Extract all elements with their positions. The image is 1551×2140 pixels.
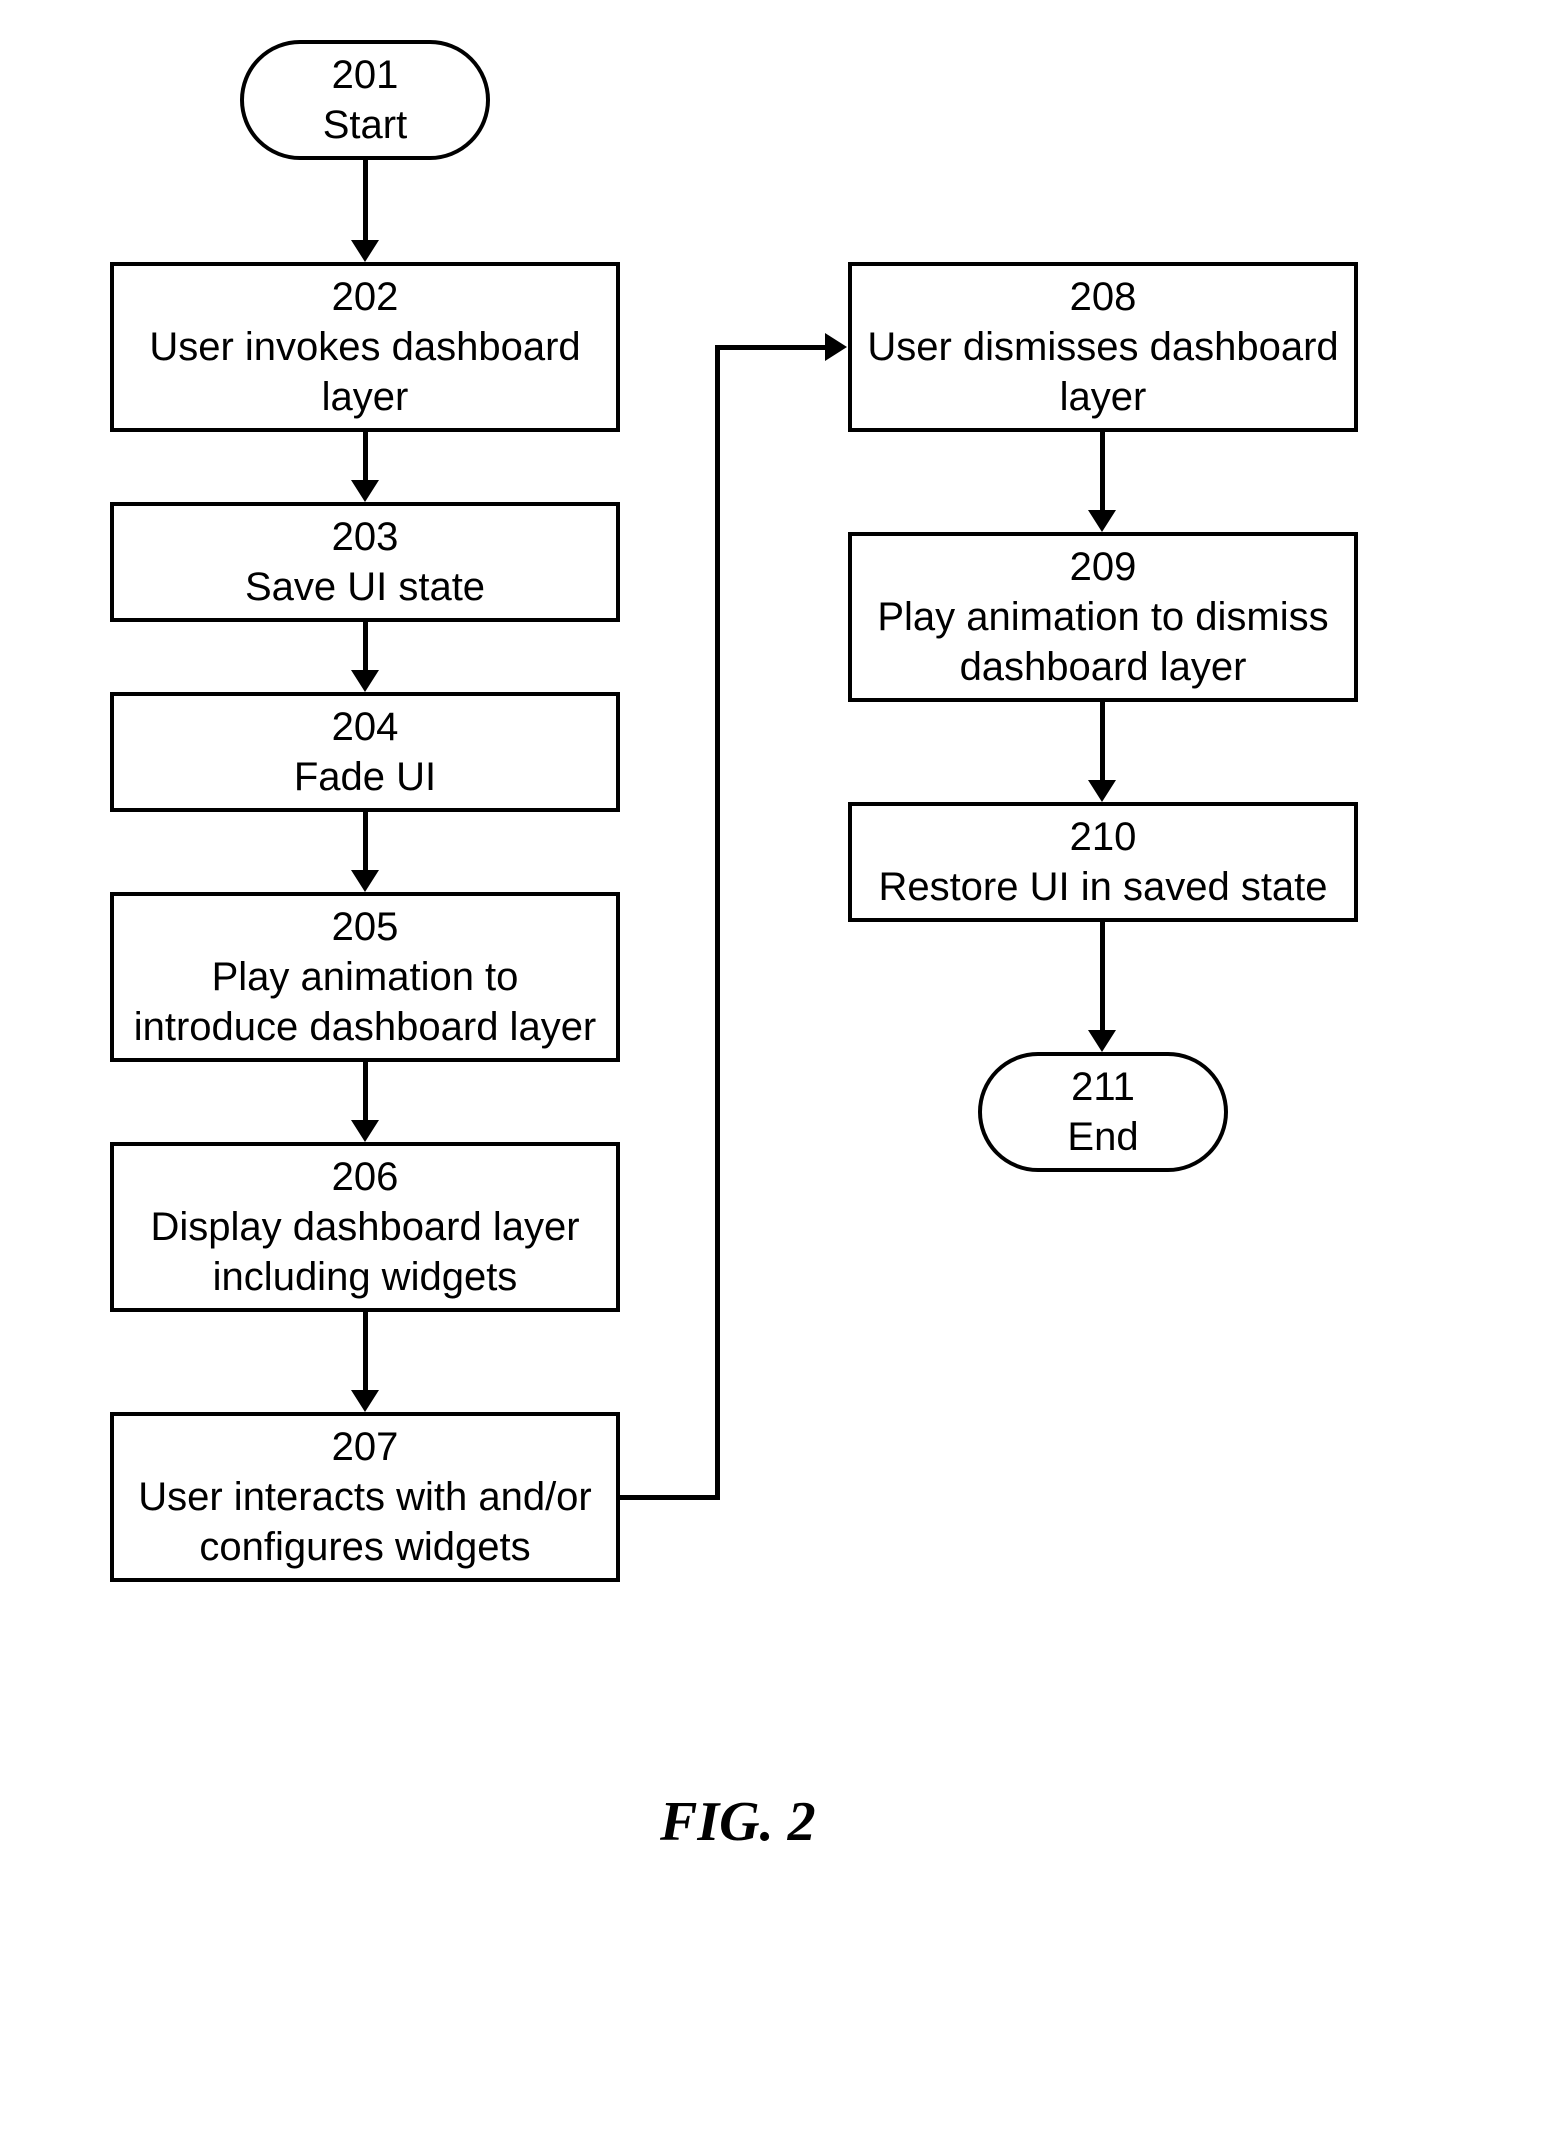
arrow-205-206	[363, 1062, 368, 1120]
node-text: Play animation to introduce dashboard la…	[124, 952, 606, 1052]
node-text: Start	[323, 100, 407, 150]
node-number: 207	[332, 1422, 399, 1472]
arrow-207-208-v	[715, 345, 720, 1500]
arrow-209-210	[1100, 702, 1105, 780]
arrow-207-208-h2	[715, 345, 825, 350]
arrowhead-201-202	[351, 240, 379, 262]
node-number: 205	[332, 902, 399, 952]
node-208: 208 User dismisses dashboard layer	[848, 262, 1358, 432]
arrowhead-206-207	[351, 1390, 379, 1412]
arrow-202-203	[363, 432, 368, 480]
arrow-208-209	[1100, 432, 1105, 510]
node-text: Save UI state	[245, 562, 485, 612]
arrowhead-205-206	[351, 1120, 379, 1142]
node-201-start: 201 Start	[240, 40, 490, 160]
node-207: 207 User interacts with and/or configure…	[110, 1412, 620, 1582]
arrowhead-203-204	[351, 670, 379, 692]
node-text: Fade UI	[294, 752, 436, 802]
flowchart-canvas: 201 Start 202 User invokes dashboard lay…	[0, 0, 1551, 2140]
node-number: 206	[332, 1152, 399, 1202]
arrow-204-205	[363, 812, 368, 870]
node-number: 203	[332, 512, 399, 562]
node-number: 202	[332, 272, 399, 322]
node-number: 208	[1070, 272, 1137, 322]
node-text: User interacts with and/or configures wi…	[124, 1472, 606, 1572]
arrowhead-209-210	[1088, 780, 1116, 802]
node-text: User invokes dashboard layer	[124, 322, 606, 422]
node-206: 206 Display dashboard layer including wi…	[110, 1142, 620, 1312]
node-text: User dismisses dashboard layer	[862, 322, 1344, 422]
node-210: 210 Restore UI in saved state	[848, 802, 1358, 922]
node-number: 204	[332, 702, 399, 752]
node-text: Play animation to dismiss dashboard laye…	[862, 592, 1344, 692]
node-text: Restore UI in saved state	[878, 862, 1327, 912]
arrowhead-208-209	[1088, 510, 1116, 532]
node-211-end: 211 End	[978, 1052, 1228, 1172]
arrow-210-211	[1100, 922, 1105, 1030]
node-text: Display dashboard layer including widget…	[124, 1202, 606, 1302]
node-203: 203 Save UI state	[110, 502, 620, 622]
arrowhead-207-208	[825, 333, 847, 361]
arrow-203-204	[363, 622, 368, 670]
node-204: 204 Fade UI	[110, 692, 620, 812]
node-number: 210	[1070, 812, 1137, 862]
arrow-206-207	[363, 1312, 368, 1390]
node-number: 201	[332, 50, 399, 100]
node-209: 209 Play animation to dismiss dashboard …	[848, 532, 1358, 702]
arrowhead-204-205	[351, 870, 379, 892]
arrowhead-202-203	[351, 480, 379, 502]
node-205: 205 Play animation to introduce dashboar…	[110, 892, 620, 1062]
arrowhead-210-211	[1088, 1030, 1116, 1052]
arrow-207-208-h1	[620, 1495, 720, 1500]
node-text: End	[1067, 1112, 1138, 1162]
node-202: 202 User invokes dashboard layer	[110, 262, 620, 432]
arrow-201-202	[363, 160, 368, 240]
figure-caption: FIG. 2	[660, 1790, 816, 1854]
node-number: 209	[1070, 542, 1137, 592]
node-number: 211	[1071, 1062, 1135, 1112]
